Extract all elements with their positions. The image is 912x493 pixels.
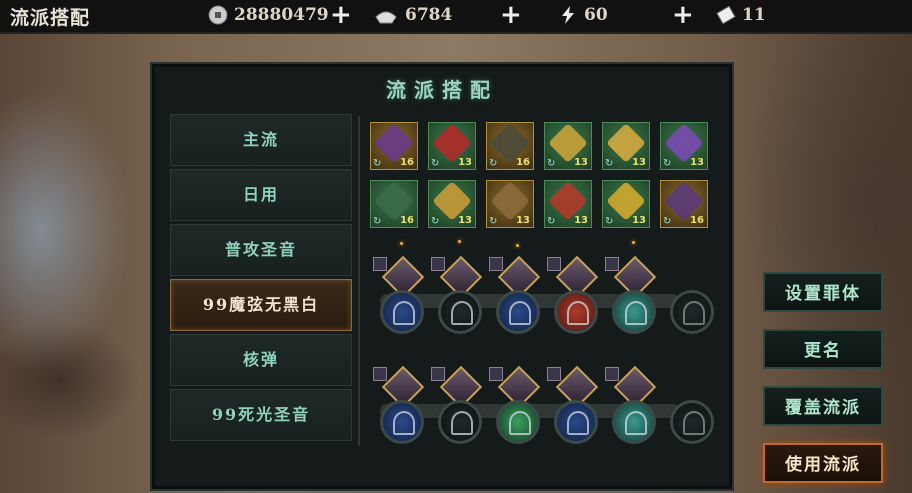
build-item[interactable]: 核弹 [170,334,352,386]
equipment-slot[interactable]: ↻ 13 [602,180,650,228]
hero-mini-icon [431,257,445,271]
refresh-icon: ↻ [605,216,614,227]
build-item[interactable]: 主流 [170,114,352,166]
empty-rune-slot[interactable] [670,400,714,444]
equipment-slot[interactable]: ↻ 13 [486,180,534,228]
empty-rune-slot[interactable] [670,290,714,334]
coin-icon [208,5,228,25]
rune-orb[interactable] [612,290,656,334]
spark-effect [632,241,635,244]
ticket-counter: 11 [716,4,766,26]
refresh-icon: ↻ [431,158,440,169]
equipment-slot[interactable]: ↻ 13 [602,122,650,170]
equipment-level: 13 [574,215,588,226]
rune-orb[interactable] [438,400,482,444]
refresh-icon: ↻ [431,216,440,227]
hero-mini-icon [605,367,619,381]
equipment-slot[interactable]: ↻ 13 [428,122,476,170]
equipment-level: 16 [516,157,530,168]
equipment-slot[interactable]: ↻ 13 [544,122,592,170]
panel-title: 流派搭配 [386,78,498,102]
build-item-selected[interactable]: 99魔弦无黑白 [170,279,352,331]
ticket-icon [716,5,736,25]
rune-orb[interactable] [380,290,424,334]
hero-mini-icon [373,257,387,271]
ingot-value: 6784 [405,5,453,25]
refresh-icon: ↻ [663,216,672,227]
set-body-button[interactable]: 设置罪体 [763,272,883,312]
top-bar: 流派搭配 28880479 + 6784 + 60 + 11 [0,0,912,34]
rune-orb[interactable] [496,290,540,334]
spark-effect [458,240,461,243]
equipment-level: 13 [690,157,704,168]
equipment-level: 13 [632,215,646,226]
equipment-slot[interactable]: ↻ 16 [660,180,708,228]
coin-counter: 28880479 [208,4,329,26]
hero-mini-icon [373,367,387,381]
refresh-icon: ↻ [373,216,382,227]
refresh-icon: ↻ [547,158,556,169]
refresh-icon: ↻ [373,158,382,169]
rune-orb[interactable] [612,400,656,444]
refresh-icon: ↻ [605,158,614,169]
add-coin-button[interactable]: + [330,2,352,28]
build-item[interactable]: 普攻圣音 [170,224,352,276]
refresh-icon: ↻ [663,158,672,169]
lightning-icon [562,6,574,24]
energy-value: 60 [584,5,608,25]
equipment-level: 13 [632,157,646,168]
equipment-slot[interactable]: ↻ 13 [660,122,708,170]
equipment-level: 13 [458,157,472,168]
panel-divider [358,116,360,446]
spark-effect [516,244,519,247]
ticket-value: 11 [742,5,766,25]
equipment-level: 13 [458,215,472,226]
rune-orb[interactable] [496,400,540,444]
equipment-level: 16 [400,215,414,226]
energy-counter: 60 [558,4,608,26]
equipment-level: 13 [516,215,530,226]
equipment-slot[interactable]: ↻ 13 [428,180,476,228]
refresh-icon: ↻ [547,216,556,227]
equipment-slot[interactable]: ↻ 13 [544,180,592,228]
rune-orb[interactable] [380,400,424,444]
spark-effect [400,242,403,245]
refresh-icon: ↻ [489,158,498,169]
ingot-icon [375,11,397,24]
equipment-level: 16 [690,215,704,226]
hero-mini-icon [547,367,561,381]
equipment-slot[interactable]: ↻ 16 [370,122,418,170]
equipment-slot[interactable]: ↻ 16 [370,180,418,228]
rename-button[interactable]: 更名 [763,329,883,369]
rune-orb[interactable] [438,290,482,334]
hero-mini-icon [489,257,503,271]
coin-value: 28880479 [234,5,329,25]
hero-mini-icon [547,257,561,271]
refresh-icon: ↻ [489,216,498,227]
screen-title: 流派搭配 [10,7,91,29]
build-panel: 流派搭配 主流 日用 普攻圣音 99魔弦无黑白 核弹 99死光圣音 ↻ 16 ↻… [150,62,734,491]
ingot-counter: 6784 [373,4,452,26]
rune-orb[interactable] [554,290,598,334]
hero-mini-icon [431,367,445,381]
equipment-slot[interactable]: ↻ 16 [486,122,534,170]
rune-orb[interactable] [554,400,598,444]
use-build-button[interactable]: 使用流派 [763,443,883,483]
equipment-level: 16 [400,157,414,168]
hero-mini-icon [489,367,503,381]
build-item[interactable]: 日用 [170,169,352,221]
equipment-level: 13 [574,157,588,168]
build-item[interactable]: 99死光圣音 [170,389,352,441]
add-energy-button[interactable]: + [672,2,694,28]
overwrite-build-button[interactable]: 覆盖流派 [763,386,883,426]
hero-mini-icon [605,257,619,271]
add-ingot-button[interactable]: + [500,2,522,28]
